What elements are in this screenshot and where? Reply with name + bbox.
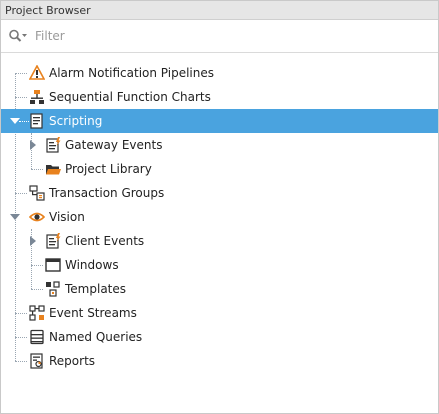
open-folder-icon (45, 161, 61, 177)
sfc-icon (29, 89, 45, 105)
tree-item-label: Templates (65, 282, 127, 296)
tree-item-label: Vision (49, 210, 85, 224)
project-browser-panel: Project Browser Filter Alarm Notificatio… (0, 0, 439, 414)
report-icon (29, 353, 45, 369)
tree-item-label: Client Events (65, 234, 145, 248)
pipeline-warning-icon (28, 64, 46, 81)
expand-arrow-icon[interactable] (27, 235, 39, 247)
filter-bar (1, 20, 438, 52)
event-script-icon (45, 233, 61, 249)
tree-item-label: Gateway Events (65, 138, 163, 152)
transaction-group-icon (29, 185, 45, 201)
tree-item-project-library[interactable]: Project Library (1, 157, 438, 181)
tree-item-label: Event Streams (49, 306, 137, 320)
event-stream-icon (29, 305, 45, 321)
tree-item-templates[interactable]: Templates (1, 277, 438, 301)
tree-item-sequential-function-charts[interactable]: Sequential Function Charts (1, 85, 438, 109)
tree-item-gateway-events[interactable]: Gateway Events (1, 133, 438, 157)
tree-item-label: Windows (65, 258, 119, 272)
filter-box (7, 25, 427, 47)
expand-arrow-icon[interactable] (27, 139, 39, 151)
event-script-icon (45, 137, 61, 153)
window-icon (45, 257, 61, 273)
tree-item-reports[interactable]: Reports (1, 349, 438, 373)
database-icon (29, 329, 45, 345)
tree-item-label: Transaction Groups (49, 186, 165, 200)
divider (1, 52, 438, 53)
tree-item-label: Named Queries (49, 330, 143, 344)
tree-item-transaction-groups[interactable]: Transaction Groups (1, 181, 438, 205)
project-tree: Alarm Notification Pipelines Sequential … (1, 61, 438, 413)
tree-item-event-streams[interactable]: Event Streams (1, 301, 438, 325)
template-icon (45, 281, 61, 297)
tree-item-windows[interactable]: Windows (1, 253, 438, 277)
tree-item-label: Reports (49, 354, 96, 368)
tree-item-label: Project Library (65, 162, 152, 176)
tree-item-label: Scripting (49, 114, 103, 128)
tree-item-label: Alarm Notification Pipelines (49, 66, 215, 80)
tree-item-scripting[interactable]: Scripting (1, 109, 438, 133)
tree-item-alarm-notification-pipelines[interactable]: Alarm Notification Pipelines (1, 61, 438, 85)
vision-eye-icon (28, 209, 46, 225)
panel-title: Project Browser (1, 1, 438, 20)
tree-item-vision[interactable]: Vision (1, 205, 438, 229)
tree-item-label: Sequential Function Charts (49, 90, 211, 104)
script-document-icon (29, 113, 45, 129)
tree-item-named-queries[interactable]: Named Queries (1, 325, 438, 349)
tree-guide-h (19, 121, 29, 122)
search-icon[interactable] (7, 28, 33, 44)
filter-input[interactable] (33, 28, 407, 44)
tree-item-client-events[interactable]: Client Events (1, 229, 438, 253)
collapse-arrow-icon[interactable] (9, 211, 21, 223)
